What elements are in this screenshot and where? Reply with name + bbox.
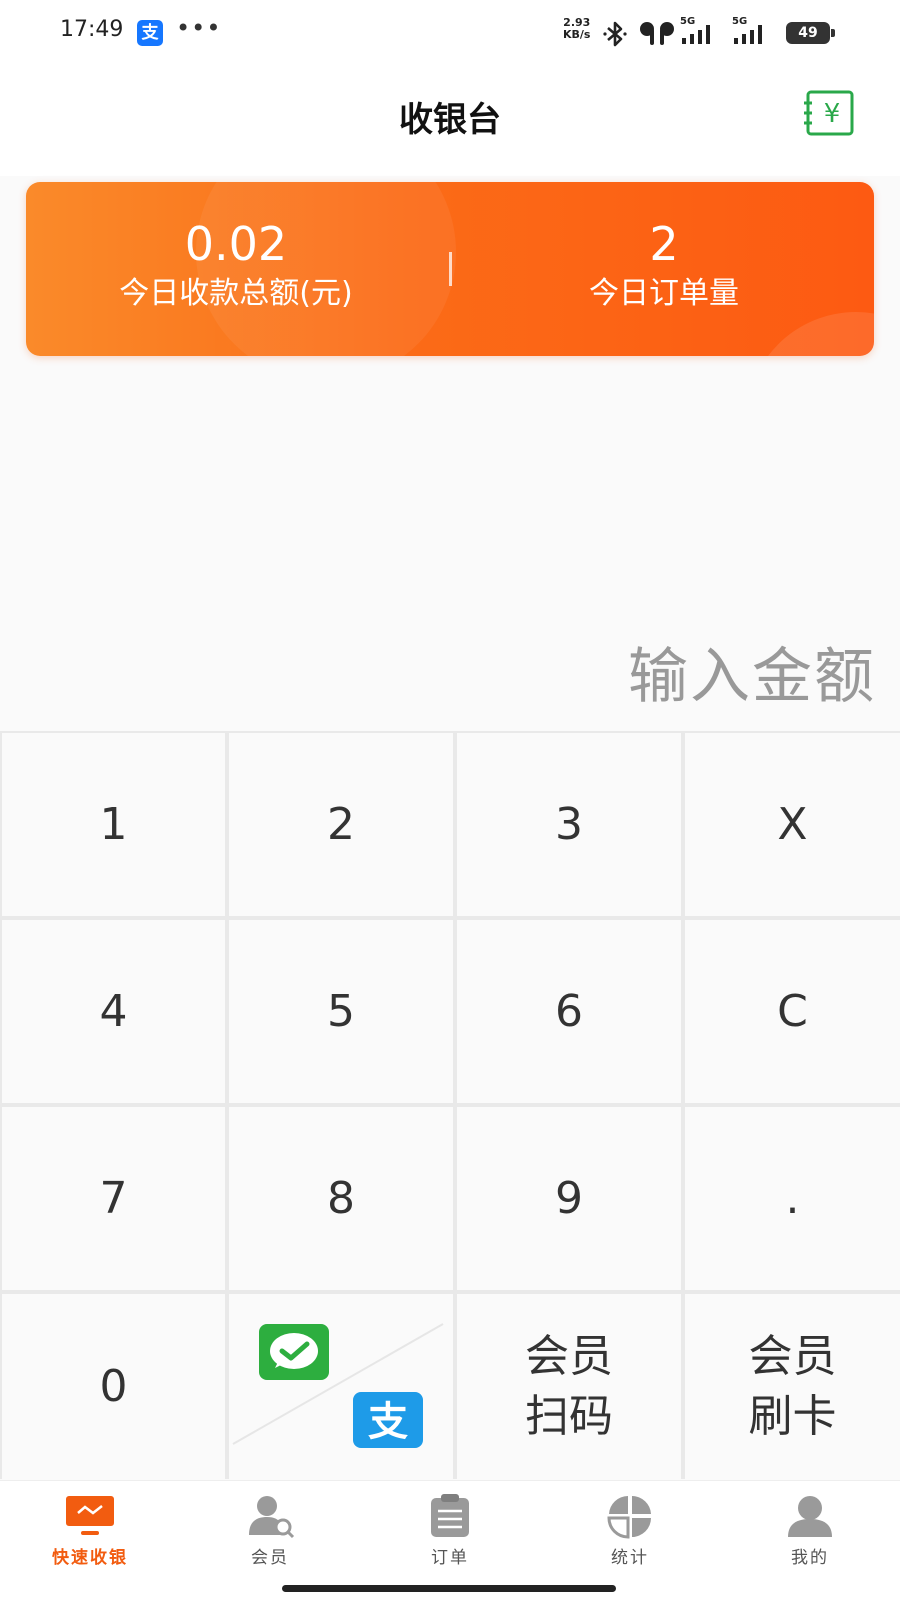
status-bar: 17:49 支 ••• 2.93 KB/s 5G 5G 49 — [0, 0, 900, 66]
earbuds-icon — [640, 22, 674, 45]
bottom-nav: 快速收银 会员 订单 统计 我的 — [0, 1480, 900, 1600]
key-9[interactable]: 9 — [457, 1107, 681, 1290]
battery-icon: 49 — [786, 22, 835, 44]
nav-label: 统计 — [611, 1548, 649, 1568]
key-clear[interactable]: C — [685, 920, 900, 1103]
key-3[interactable]: 3 — [457, 733, 681, 916]
stat-divider — [449, 252, 452, 286]
key-4[interactable]: 4 — [2, 920, 225, 1103]
key-7[interactable]: 7 — [2, 1107, 225, 1290]
cashier-yuan-icon[interactable]: ¥ — [803, 89, 857, 137]
numeric-keypad: 1 2 3 X 4 5 6 C 7 8 9 . 0 支 会员 扫码 会员 刷卡 — [0, 731, 900, 1479]
network-speed: 2.93 KB/s — [563, 17, 590, 41]
member-scan-line2: 扫码 — [525, 1390, 613, 1442]
nav-mine[interactable]: 我的 — [720, 1493, 900, 1568]
nav-label: 我的 — [791, 1548, 829, 1568]
svg-text:¥: ¥ — [824, 99, 841, 129]
member-card-button[interactable]: 会员 刷卡 — [685, 1294, 900, 1479]
nav-label: 订单 — [431, 1548, 469, 1568]
signal-icon: 5G — [680, 16, 726, 48]
nav-stats[interactable]: 统计 — [540, 1493, 720, 1568]
member-icon — [249, 1496, 295, 1539]
alipay-icon: 支 — [353, 1392, 423, 1448]
key-0[interactable]: 0 — [2, 1294, 225, 1479]
scan-pay-button[interactable]: 支 — [229, 1294, 453, 1479]
order-count-value: 2 — [649, 217, 679, 271]
key-8[interactable]: 8 — [229, 1107, 453, 1290]
member-card-line1: 会员 — [748, 1330, 837, 1382]
network-speed-unit: KB/s — [563, 28, 591, 41]
nav-label: 会员 — [251, 1548, 289, 1568]
monitor-icon — [66, 1496, 114, 1535]
nav-label: 快速收银 — [52, 1548, 128, 1568]
app-header: 收银台 ¥ — [0, 66, 900, 176]
page-title: 收银台 — [399, 100, 501, 140]
total-amount-stat[interactable]: 0.02 今日收款总额(元) — [26, 216, 446, 314]
key-6[interactable]: 6 — [457, 920, 681, 1103]
more-notifications-icon: ••• — [176, 14, 222, 42]
total-amount-value: 0.02 — [184, 217, 288, 271]
profile-icon — [788, 1496, 832, 1537]
bluetooth-icon — [603, 21, 627, 47]
nav-orders[interactable]: 订单 — [360, 1493, 540, 1568]
status-time: 17:49 — [60, 17, 124, 42]
order-count-stat[interactable]: 2 今日订单量 — [454, 216, 874, 314]
svg-text:支: 支 — [368, 1399, 408, 1445]
alipay-notification-icon: 支 — [137, 20, 163, 46]
nav-member[interactable]: 会员 — [180, 1493, 360, 1568]
key-5[interactable]: 5 — [229, 920, 453, 1103]
member-card-line2: 刷卡 — [748, 1390, 837, 1442]
member-scan-button[interactable]: 会员 扫码 — [457, 1294, 681, 1479]
order-count-label: 今日订单量 — [589, 276, 739, 311]
today-summary-card: 0.02 今日收款总额(元) 2 今日订单量 — [26, 182, 874, 356]
total-amount-label: 今日收款总额(元) — [119, 276, 353, 311]
wechat-pay-icon — [259, 1324, 329, 1380]
clipboard-icon — [431, 1494, 469, 1537]
key-2[interactable]: 2 — [229, 733, 453, 916]
home-indicator[interactable] — [282, 1585, 616, 1592]
cashier-screen: 17:49 支 ••• 2.93 KB/s 5G 5G 49 收银台 ¥ 0.0… — [0, 0, 900, 1600]
key-delete[interactable]: X — [685, 733, 900, 916]
amount-input[interactable]: 输入金额 — [628, 628, 876, 715]
key-decimal[interactable]: . — [685, 1107, 900, 1290]
key-1[interactable]: 1 — [2, 733, 225, 916]
nav-quick-cashier[interactable]: 快速收银 — [0, 1493, 180, 1568]
stats-icon — [607, 1496, 651, 1539]
signal-icon: 5G — [732, 16, 778, 48]
member-scan-line1: 会员 — [525, 1330, 613, 1382]
